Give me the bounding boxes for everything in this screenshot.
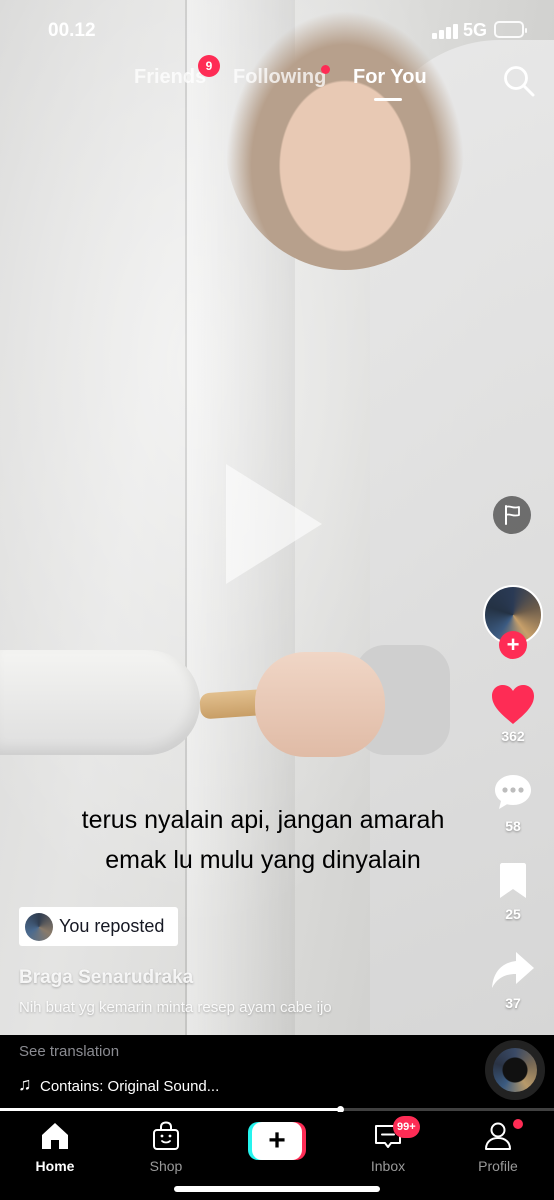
see-translation-link[interactable]: See translation: [19, 1043, 119, 1060]
nav-profile-label: Profile: [478, 1158, 518, 1174]
nav-shop[interactable]: Shop: [121, 1120, 211, 1174]
active-tab-indicator: [374, 98, 402, 101]
tab-friends[interactable]: Friends: [134, 66, 206, 89]
friends-badge: 9: [198, 55, 220, 77]
bookmark-icon: [500, 863, 526, 898]
follow-button[interactable]: +: [499, 631, 527, 659]
search-button[interactable]: [502, 64, 536, 98]
video-progress-bar[interactable]: [0, 1108, 554, 1111]
following-dot: [321, 65, 330, 74]
create-button[interactable]: +: [248, 1122, 306, 1160]
inbox-badge: 99+: [393, 1116, 420, 1138]
play-icon[interactable]: [226, 464, 322, 584]
battery-icon: [494, 21, 527, 38]
nav-inbox-label: Inbox: [370, 1158, 406, 1174]
video-subtitle: terus nyalain api, jangan amarah emak lu…: [30, 800, 496, 880]
video-pan: [0, 650, 200, 755]
profile-notification-dot: [513, 1119, 523, 1129]
like-count: 362: [501, 728, 525, 744]
home-icon: [42, 1123, 68, 1149]
network-label: 5G: [463, 20, 488, 40]
nav-shop-label: Shop: [149, 1158, 183, 1174]
nav-profile[interactable]: Profile: [453, 1120, 543, 1174]
nav-home-label: Home: [35, 1158, 75, 1174]
tab-for-you[interactable]: For You: [353, 66, 427, 89]
feed-tabs: Friends 9 Following For You: [0, 55, 554, 104]
status-time: 00.12: [48, 20, 96, 41]
share-button[interactable]: [491, 950, 535, 990]
reposted-chip[interactable]: You reposted: [19, 907, 179, 946]
save-count: 25: [505, 906, 521, 922]
avatar: [25, 912, 53, 941]
subtitle-line-1: terus nyalain api, jangan amarah: [81, 806, 445, 834]
reposted-label: You reposted: [59, 916, 165, 936]
search-icon: [504, 66, 535, 97]
profile-icon: [485, 1122, 511, 1150]
subtitle-line-2: emak lu mulu yang dinyalain: [105, 846, 421, 874]
plus-icon: +: [252, 1122, 302, 1160]
comment-icon: [495, 775, 531, 809]
like-button[interactable]: [491, 684, 535, 726]
progress-fill: [0, 1108, 341, 1111]
bookmark-button[interactable]: [497, 862, 529, 900]
comment-button[interactable]: [493, 772, 533, 812]
music-note-icon: ♫: [18, 1074, 32, 1094]
report-button[interactable]: [493, 496, 531, 534]
home-indicator: [174, 1186, 380, 1192]
author-name[interactable]: Braga Senarudraka: [19, 967, 193, 989]
signal-icon: [432, 23, 460, 39]
tab-following[interactable]: Following: [233, 66, 326, 89]
flag-icon: [505, 505, 520, 525]
status-bar: 00.12 5G: [0, 0, 554, 60]
sound-disc[interactable]: [485, 1040, 545, 1100]
share-count: 37: [505, 995, 521, 1011]
video-hand: [255, 652, 385, 757]
heart-icon: [492, 685, 534, 724]
share-icon: [492, 952, 534, 988]
shop-icon: [153, 1121, 179, 1150]
nav-home[interactable]: Home: [10, 1120, 100, 1174]
sound-label[interactable]: Contains: Original Sound...: [40, 1078, 219, 1095]
video-description[interactable]: Nih buat yg kemarin minta resep ayam cab…: [19, 999, 332, 1016]
